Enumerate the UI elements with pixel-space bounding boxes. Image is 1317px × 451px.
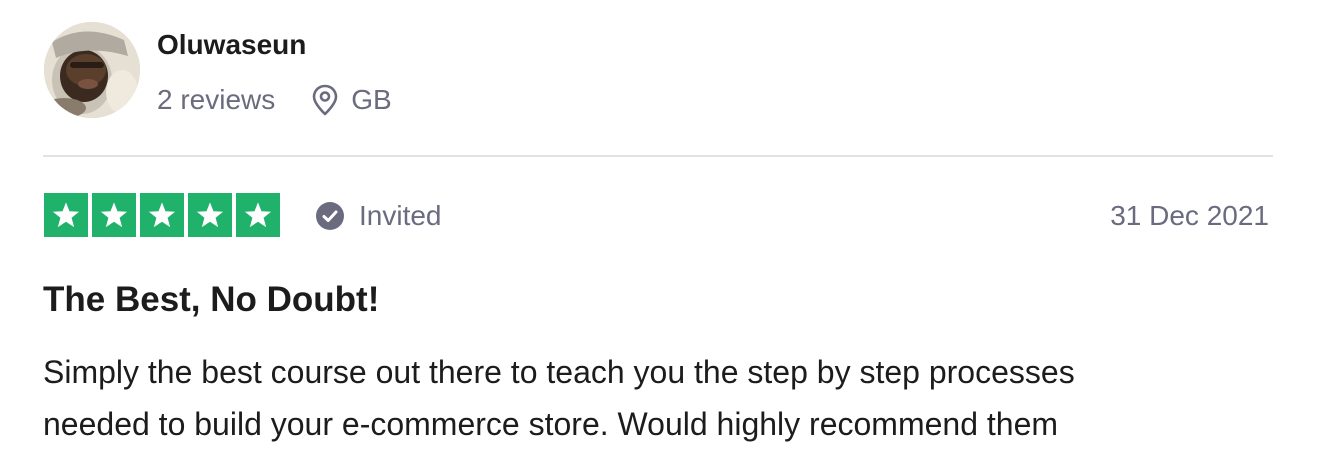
review-date: 31 Dec 2021 bbox=[1110, 200, 1269, 231]
checkmark-circle-icon bbox=[315, 201, 345, 231]
review-body-line: needed to build your e-commerce store. W… bbox=[43, 406, 1059, 442]
divider bbox=[43, 155, 1273, 157]
star-icon bbox=[92, 193, 136, 237]
review-body-line: Simply the best course out there to teac… bbox=[43, 354, 1075, 390]
star-rating bbox=[44, 193, 280, 237]
review-title[interactable]: The Best, No Doubt! bbox=[43, 278, 379, 322]
reviews-count: 2 reviews bbox=[157, 84, 276, 115]
location-pin-icon bbox=[311, 83, 341, 117]
reviewer-name[interactable]: Oluwaseun bbox=[157, 28, 306, 62]
reviewer-country: GB bbox=[351, 84, 392, 115]
star-icon bbox=[188, 193, 232, 237]
reviewer-meta: 2 reviews GB bbox=[157, 80, 392, 120]
invited-badge[interactable]: Invited bbox=[315, 196, 442, 236]
avatar-image bbox=[44, 22, 140, 118]
review-card: Oluwaseun 2 reviews GB Invited 31 Dec 20… bbox=[0, 0, 1317, 451]
avatar[interactable] bbox=[44, 22, 140, 118]
review-body: Simply the best course out there to teac… bbox=[43, 346, 1293, 450]
star-icon bbox=[44, 193, 88, 237]
star-icon bbox=[140, 193, 184, 237]
invited-label: Invited bbox=[359, 200, 442, 231]
star-icon bbox=[236, 193, 280, 237]
